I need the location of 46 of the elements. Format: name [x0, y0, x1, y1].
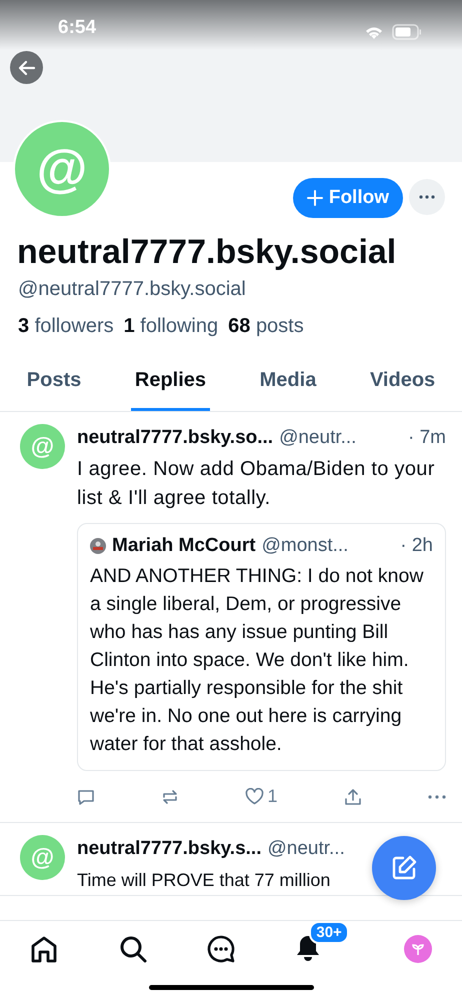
battery-icon [392, 24, 422, 40]
profile-tab[interactable]: Replies [130, 357, 210, 411]
profile-tab[interactable]: Videos [366, 357, 440, 411]
repost-button[interactable] [161, 788, 180, 806]
author-name: Mariah McCourt [112, 534, 256, 558]
wifi-icon [364, 24, 384, 40]
author-handle: @neutr... [267, 837, 345, 861]
comment-icon [77, 788, 95, 806]
share-button[interactable] [344, 788, 362, 806]
like-button[interactable]: 1 [245, 783, 278, 810]
share-icon [344, 788, 362, 806]
repost-icon [161, 788, 180, 806]
back-button[interactable] [10, 51, 43, 84]
status-time: 6:54 [58, 16, 96, 40]
profile-stat-link[interactable]: 1 following [124, 311, 218, 341]
search-icon [118, 934, 148, 964]
more-icon [419, 195, 435, 199]
quoted-avatar-icon [90, 538, 106, 554]
more-button[interactable] [428, 794, 446, 798]
profile-tab[interactable]: Posts [22, 357, 86, 411]
messages-tab[interactable] [204, 933, 237, 965]
author-handle: @neutr... [279, 426, 356, 450]
profile-handle: @neutral7777.bsky.social [18, 277, 247, 302]
chat-icon [206, 934, 236, 964]
post-text: I agree. Now add Obama/Biden to your list & I'll agree totally. [77, 456, 436, 510]
post-text: Time will PROVE that 77 million [77, 868, 330, 892]
author-handle: @monst... [262, 534, 348, 558]
compose-button[interactable] [372, 836, 436, 900]
compose-icon [390, 854, 418, 882]
reply-button[interactable] [77, 788, 95, 806]
follow-button[interactable]: Follow [292, 178, 403, 218]
profile-stat-link[interactable]: 68 posts [228, 311, 304, 341]
notification-badge: 30+ [309, 921, 349, 944]
display-name: neutral7777.bsky.social [17, 232, 398, 272]
post-time: · 7m [408, 426, 446, 450]
more-icon [428, 794, 446, 798]
post-time: · 2h [400, 534, 433, 558]
quoted-post[interactable] [77, 522, 446, 771]
home-icon [29, 934, 60, 964]
heart-icon [245, 788, 264, 805]
profile-stat-link[interactable]: 3 followers [18, 311, 114, 341]
author-name[interactable]: neutral7777.bsky.s... [77, 835, 262, 864]
plus-icon [306, 190, 323, 206]
author-name[interactable]: neutral7777.bsky.so... [77, 424, 274, 452]
quoted-text: AND ANOTHER THING: I do not know a single liberal, Dem, or progressive who has has any issue punting Bill Clinton into space. We don't like him. He's partially responsible for the shit we're in. No one out here is carrying water for that asshole. [90, 564, 424, 757]
profile-tab[interactable]: Media [256, 357, 320, 411]
